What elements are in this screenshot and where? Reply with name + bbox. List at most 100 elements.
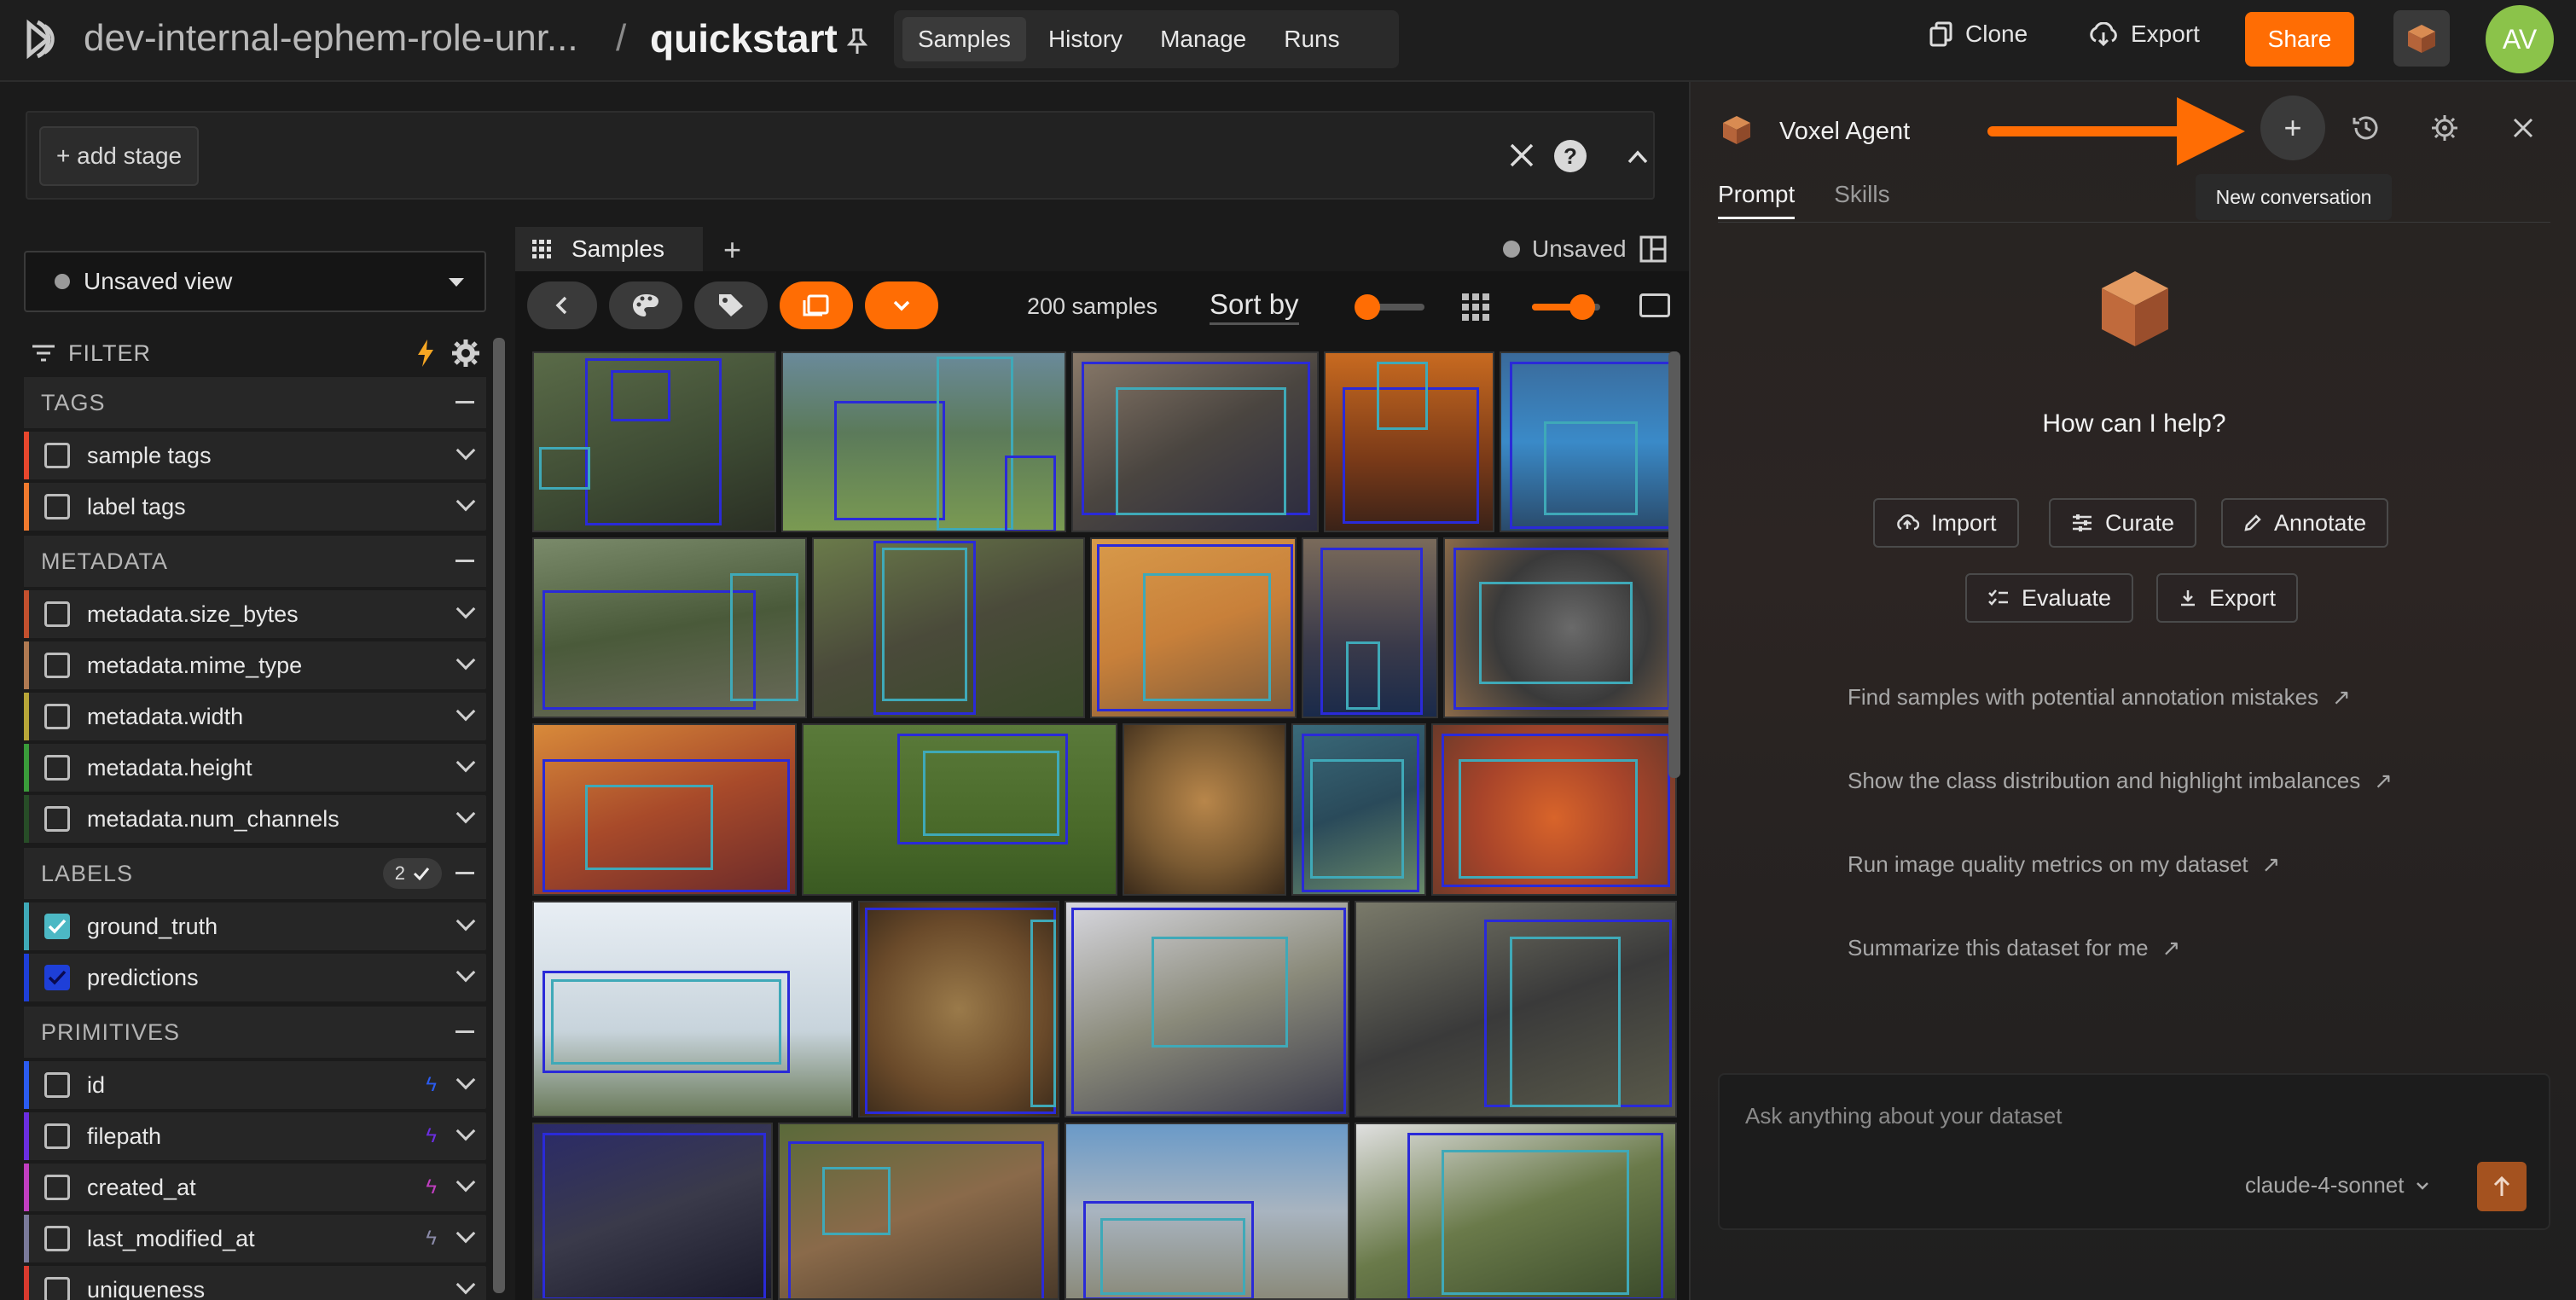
send-button[interactable]	[2477, 1162, 2527, 1211]
close-icon[interactable]	[2508, 113, 2538, 143]
field-row-metadata-height[interactable]: metadata.height	[24, 744, 486, 792]
field-checkbox[interactable]	[44, 443, 70, 468]
grid-zoom-slider[interactable]	[1532, 294, 1600, 320]
export-chip[interactable]: Export	[2156, 573, 2299, 623]
sample-tile[interactable]	[532, 351, 776, 532]
tab-samples-panel[interactable]: Samples	[515, 227, 703, 271]
toggle-knob[interactable]	[1355, 294, 1380, 320]
sample-tile[interactable]	[858, 901, 1059, 1117]
sample-tile[interactable]	[778, 1123, 1059, 1300]
field-checkbox[interactable]	[44, 1175, 70, 1200]
sort-order-toggle[interactable]	[1355, 294, 1424, 320]
grid-scrollbar[interactable]	[1668, 351, 1680, 778]
field-row-created-at[interactable]: created_at ϟ	[24, 1164, 486, 1211]
field-row-sample-tags[interactable]: sample tags	[24, 432, 486, 479]
curate-chip[interactable]: Curate	[2049, 498, 2197, 548]
sample-tile[interactable]	[1324, 351, 1494, 532]
color-scheme-button[interactable]	[609, 281, 682, 329]
group-header-labels[interactable]: LABELS 2	[24, 848, 486, 899]
sample-tile[interactable]	[1431, 723, 1677, 896]
import-chip[interactable]: Import	[1873, 498, 2019, 548]
lightning-icon[interactable]	[415, 338, 437, 369]
group-header-primitives[interactable]: PRIMITIVES	[24, 1007, 486, 1058]
sample-tile[interactable]	[1500, 351, 1677, 532]
field-row-last-modified-at[interactable]: last_modified_at ϟ	[24, 1215, 486, 1262]
chevron-down-icon[interactable]	[455, 911, 476, 931]
sample-tile[interactable]	[532, 537, 807, 718]
keyboard-icon[interactable]	[1639, 293, 1670, 317]
chevron-down-icon[interactable]	[455, 701, 476, 722]
settings-icon[interactable]	[2429, 113, 2460, 143]
agent-prompt-input[interactable]	[1745, 1099, 2513, 1133]
grid-zoom-icon[interactable]	[1462, 293, 1489, 321]
chevron-down-icon[interactable]	[455, 752, 476, 773]
chevron-down-icon[interactable]	[455, 440, 476, 461]
collapse-icon[interactable]	[455, 1030, 474, 1033]
sample-tile[interactable]	[1291, 723, 1426, 896]
field-row-id[interactable]: id ϟ	[24, 1061, 486, 1109]
tab-runs[interactable]: Runs	[1268, 17, 1355, 61]
tag-button[interactable]	[694, 281, 768, 329]
field-checkbox[interactable]	[44, 653, 70, 678]
tab-prompt[interactable]: Prompt	[1718, 181, 1796, 219]
slider-knob[interactable]	[1569, 294, 1595, 320]
clone-button[interactable]: Clone	[1929, 20, 2028, 48]
field-row-ground-truth[interactable]: ground_truth	[24, 902, 486, 950]
chevron-down-icon[interactable]	[455, 1274, 476, 1295]
back-button[interactable]	[527, 281, 597, 329]
chevron-down-icon[interactable]	[455, 491, 476, 512]
help-icon[interactable]: ?	[1554, 140, 1587, 172]
suggestion-link[interactable]: Find samples with potential annotation m…	[1848, 684, 2351, 711]
field-checkbox[interactable]	[44, 1226, 70, 1251]
sample-tile[interactable]	[532, 901, 853, 1117]
suggestion-link[interactable]: Summarize this dataset for me ↗	[1848, 935, 2180, 961]
field-row-predictions[interactable]: predictions	[24, 954, 486, 1001]
field-row-filepath[interactable]: filepath ϟ	[24, 1112, 486, 1160]
sample-tile[interactable]	[1355, 901, 1677, 1117]
chevron-down-icon[interactable]	[455, 1223, 476, 1244]
sample-tile[interactable]	[1065, 901, 1349, 1117]
sample-tile[interactable]	[1123, 723, 1286, 896]
selected-count-badge[interactable]: 2	[382, 858, 442, 889]
add-panel-icon[interactable]: +	[723, 232, 741, 268]
tab-skills[interactable]: Skills	[1834, 181, 1889, 219]
tab-history[interactable]: History	[1033, 17, 1138, 61]
avatar[interactable]: AV	[2486, 5, 2554, 73]
field-checkbox[interactable]	[44, 755, 70, 781]
sample-tile[interactable]	[802, 723, 1117, 896]
sidebar-scrollbar[interactable]	[493, 338, 505, 1293]
chevron-down-icon[interactable]	[455, 804, 476, 824]
fiftyone-logo-icon[interactable]	[22, 17, 67, 61]
close-icon[interactable]	[1503, 136, 1540, 174]
chevron-down-icon[interactable]	[455, 1070, 476, 1090]
annotate-chip[interactable]: Annotate	[2221, 498, 2389, 548]
saved-view-select[interactable]: Unsaved view	[24, 251, 486, 312]
tab-manage[interactable]: Manage	[1145, 17, 1262, 61]
collapse-icon[interactable]	[455, 560, 474, 562]
sample-tile[interactable]	[1071, 351, 1319, 532]
field-row-metadata-width[interactable]: metadata.width	[24, 693, 486, 740]
field-checkbox[interactable]	[44, 806, 70, 832]
field-row-label-tags[interactable]: label tags	[24, 483, 486, 531]
field-row-metadata-num-channels[interactable]: metadata.num_channels	[24, 795, 486, 843]
model-select[interactable]: claude-4-sonnet	[2245, 1172, 2429, 1198]
chevron-down-icon[interactable]	[455, 962, 476, 983]
pin-icon[interactable]	[844, 27, 870, 56]
field-row-metadata-size-bytes[interactable]: metadata.size_bytes	[24, 590, 486, 638]
chevron-down-icon[interactable]	[455, 650, 476, 670]
field-checkbox[interactable]	[44, 494, 70, 519]
sample-tile[interactable]	[1090, 537, 1297, 718]
new-conversation-button[interactable]: +	[2260, 96, 2325, 160]
field-checkbox[interactable]	[44, 914, 70, 939]
chevron-down-icon[interactable]	[455, 599, 476, 619]
sample-tile[interactable]	[1355, 1123, 1677, 1300]
chevron-up-icon[interactable]	[1622, 142, 1653, 172]
add-stage-button[interactable]: + add stage	[39, 126, 200, 186]
tab-samples[interactable]: Samples	[902, 17, 1026, 61]
sample-tile[interactable]	[532, 1123, 773, 1300]
sample-tile[interactable]	[781, 351, 1066, 532]
view-name[interactable]: quickstart	[650, 15, 838, 61]
field-checkbox[interactable]	[44, 601, 70, 627]
group-header-metadata[interactable]: METADATA	[24, 536, 486, 587]
more-options-button[interactable]	[865, 281, 938, 329]
